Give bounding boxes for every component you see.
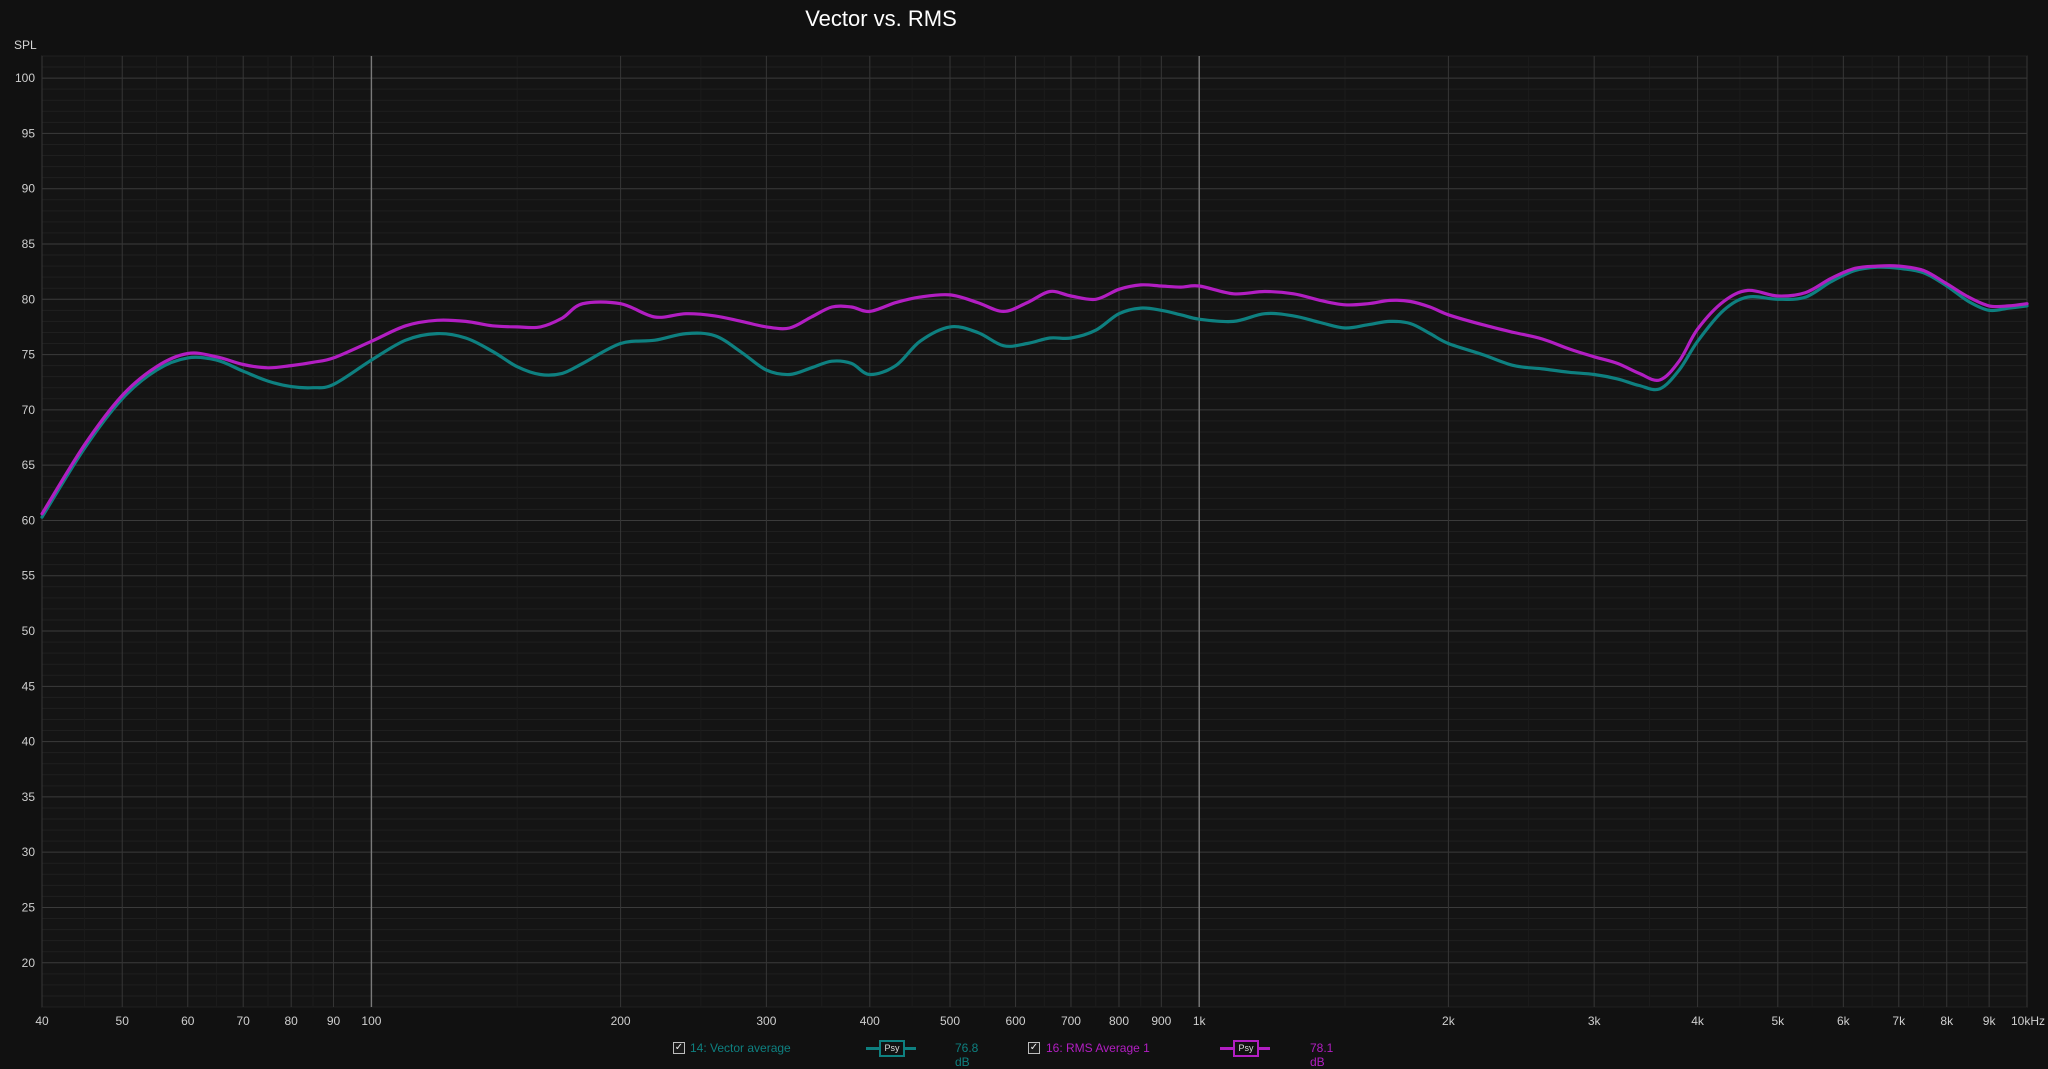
series-1-value: 76.8 dB	[955, 1041, 979, 1069]
x-tick-label: 100	[361, 1014, 381, 1028]
x-tick-label: 3k	[1588, 1014, 1602, 1028]
x-tick-label: 50	[116, 1014, 130, 1028]
x-tick-label: 900	[1151, 1014, 1171, 1028]
y-tick-label: 85	[22, 237, 36, 251]
series-2-checkbox[interactable]: ✓	[1028, 1042, 1040, 1054]
x-tick-label: 40	[35, 1014, 49, 1028]
y-tick-label: 70	[22, 403, 36, 417]
series-2-value: 78.1 dB	[1310, 1041, 1334, 1069]
x-tick-label: 2k	[1442, 1014, 1456, 1028]
x-tick-label: 800	[1109, 1014, 1129, 1028]
y-tick-label: 30	[22, 845, 36, 859]
x-tick-label: 8k	[1940, 1014, 1954, 1028]
y-tick-label: 20	[22, 956, 36, 970]
x-tick-label: 500	[940, 1014, 960, 1028]
series-1-checkbox[interactable]: ✓	[673, 1042, 685, 1054]
series-2-swatch-label: Psy	[1233, 1040, 1259, 1057]
series-1-swatch[interactable]: Psy	[866, 1040, 916, 1057]
x-tick-label: 5k	[1771, 1014, 1785, 1028]
x-tick-label: 200	[611, 1014, 631, 1028]
y-tick-label: 50	[22, 624, 36, 638]
x-tick-label: 600	[1006, 1014, 1026, 1028]
y-tick-label: 100	[15, 71, 35, 85]
x-tick-label: 90	[327, 1014, 341, 1028]
y-tick-label: 45	[22, 679, 36, 693]
series-2-swatch[interactable]: Psy	[1220, 1040, 1270, 1057]
x-tick-label: 6k	[1837, 1014, 1851, 1028]
y-tick-label: 95	[22, 126, 36, 140]
x-tick-label: 7k	[1892, 1014, 1906, 1028]
x-tick-label: 1k	[1193, 1014, 1207, 1028]
x-tick-label: 700	[1061, 1014, 1081, 1028]
x-tick-label: 80	[285, 1014, 299, 1028]
x-tick-label: 60	[181, 1014, 195, 1028]
frequency-response-chart: 20 25 30 35 40 45 50 55 60 65 70 75 80 85 90 95 100 40 50 6…	[15, 55, 2045, 1028]
y-tick-label: 80	[22, 292, 36, 306]
y-tick-label: 55	[22, 569, 36, 583]
y-tick-label: 65	[22, 458, 36, 472]
y-tick-label: 90	[22, 182, 36, 196]
x-tick-label: 9k	[1983, 1014, 1997, 1028]
y-tick-label: 60	[22, 513, 36, 527]
x-tick-label: 10kHz	[2011, 1014, 2045, 1028]
y-tick-label: 35	[22, 790, 36, 804]
x-tick-label: 4k	[1691, 1014, 1705, 1028]
x-tick-label: 300	[756, 1014, 776, 1028]
y-tick-label: 25	[22, 900, 36, 914]
x-tick-label: 70	[237, 1014, 251, 1028]
series-1-label[interactable]: 14: Vector average	[690, 1041, 791, 1055]
y-tick-label: 75	[22, 348, 36, 362]
x-tick-label: 400	[860, 1014, 880, 1028]
y-tick-label: 40	[22, 735, 36, 749]
series-2-label[interactable]: 16: RMS Average 1	[1046, 1041, 1150, 1055]
series-1-swatch-label: Psy	[879, 1040, 905, 1057]
